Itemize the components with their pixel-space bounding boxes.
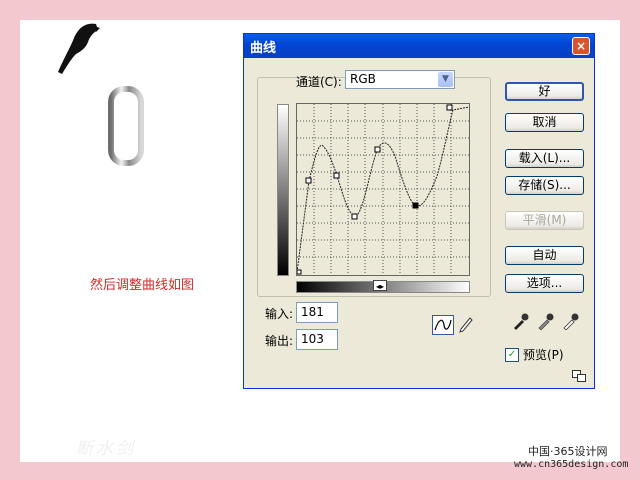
ring-image bbox=[108, 86, 144, 166]
eyedropper-black-icon[interactable] bbox=[512, 312, 530, 330]
channel-select[interactable]: RGB ▼ bbox=[345, 70, 455, 89]
cancel-button[interactable]: 取消 bbox=[505, 113, 584, 132]
input-label: 输入: bbox=[265, 307, 294, 321]
site-name: 中国·365设计网 bbox=[528, 445, 608, 458]
curve-svg[interactable] bbox=[296, 104, 470, 275]
pencil-icon[interactable] bbox=[458, 316, 474, 334]
output-label: 输出: bbox=[265, 334, 294, 348]
curves-dialog: 曲线 × 通道(C): RGB ▼ ◂▸ 输入: 181 输出: 103 好 取… bbox=[243, 33, 595, 389]
output-gradient-bar bbox=[277, 104, 289, 276]
dialog-title: 曲线 bbox=[250, 40, 277, 56]
channel-value: RGB bbox=[350, 72, 376, 86]
ok-button[interactable]: 好 bbox=[505, 82, 584, 101]
save-button[interactable]: 存储(S)... bbox=[505, 176, 584, 195]
site-url: www.cn365design.com bbox=[514, 459, 629, 470]
curve-point[interactable] bbox=[296, 269, 302, 275]
caption-text: 然后调整曲线如图 bbox=[90, 278, 195, 293]
load-button[interactable]: 载入(L)... bbox=[505, 149, 584, 168]
preview-checkbox[interactable]: ✓ bbox=[505, 347, 519, 362]
curve-point[interactable] bbox=[305, 177, 312, 184]
chevron-down-icon[interactable]: ▼ bbox=[438, 72, 453, 87]
watermark-text: 断水剑 bbox=[76, 439, 136, 459]
curve-point[interactable] bbox=[374, 146, 381, 153]
preview-checkbox-row[interactable]: ✓ 预览(P) bbox=[505, 346, 564, 363]
parrot-icon bbox=[58, 23, 100, 74]
curve-point[interactable] bbox=[333, 172, 340, 179]
close-button[interactable]: × bbox=[572, 37, 590, 55]
curve-graph[interactable] bbox=[296, 103, 470, 276]
output-field[interactable]: 103 bbox=[296, 329, 338, 350]
resize-icon[interactable] bbox=[572, 370, 586, 382]
curve-point[interactable] bbox=[351, 213, 358, 220]
curve-point[interactable] bbox=[446, 104, 453, 111]
preview-label: 预览(P) bbox=[523, 348, 564, 362]
curve-tool-icon[interactable] bbox=[432, 315, 454, 335]
dialog-titlebar[interactable]: 曲线 bbox=[244, 34, 594, 58]
auto-button[interactable]: 自动 bbox=[505, 246, 584, 265]
eyedropper-white-icon[interactable] bbox=[562, 312, 580, 330]
smooth-button[interactable]: 平滑(M) bbox=[505, 211, 584, 230]
eyedropper-gray-icon[interactable] bbox=[537, 312, 555, 330]
options-button[interactable]: 选项... bbox=[505, 274, 584, 293]
gradient-toggle-handle[interactable]: ◂▸ bbox=[373, 280, 387, 291]
curve-point-selected[interactable] bbox=[412, 202, 419, 209]
input-field[interactable]: 181 bbox=[296, 302, 338, 323]
channel-label: 通道(C): bbox=[296, 75, 342, 89]
